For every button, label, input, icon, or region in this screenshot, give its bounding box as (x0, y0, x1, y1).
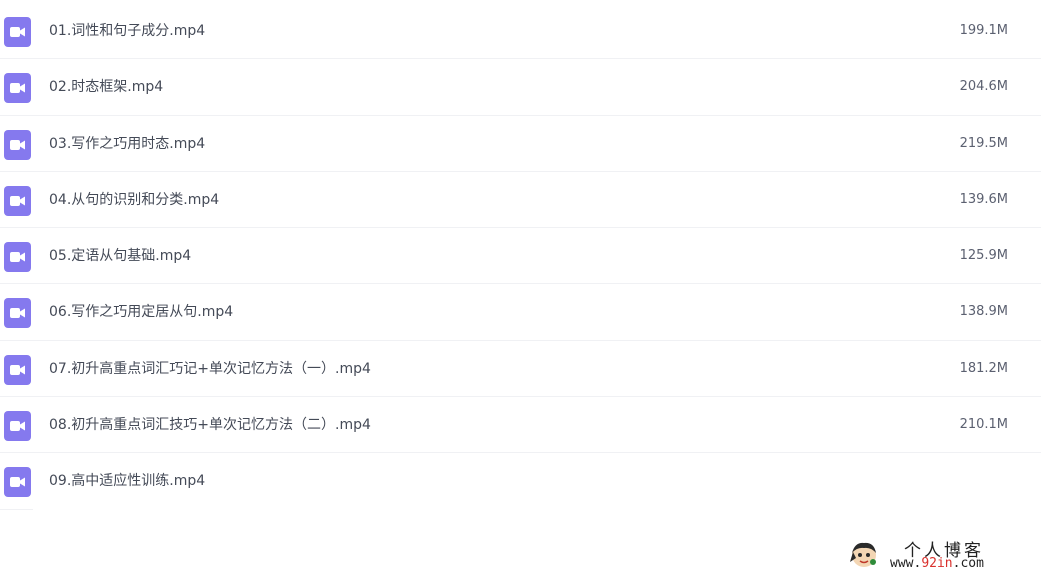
file-list: 01.词性和句子成分.mp4 199.1M 02.时态框架.mp4 204.6M 03.… (0, 3, 1041, 510)
watermark-url: www.92in.com (890, 556, 984, 571)
file-row[interactable]: 07.初升高重点词汇巧记+单次记忆方法（一）.mp4 181.2M (0, 341, 1041, 398)
file-name[interactable]: 09.高中适应性训练.mp4 (49, 471, 205, 491)
file-size: 204.6M (959, 79, 1008, 95)
file-name[interactable]: 05.定语从句基础.mp4 (49, 246, 191, 266)
file-row[interactable]: 02.时态框架.mp4 204.6M (0, 59, 1041, 116)
video-icon (4, 298, 31, 329)
file-name[interactable]: 02.时态框架.mp4 (49, 77, 163, 97)
file-row[interactable]: 01.词性和句子成分.mp4 199.1M (0, 3, 1041, 60)
file-size: 199.1M (959, 23, 1008, 38)
video-icon (4, 354, 31, 385)
file-name[interactable]: 03.写作之巧用时态.mp4 (49, 134, 205, 154)
file-row[interactable]: 08.初升高重点词汇技巧+单次记忆方法（二）.mp4 210.1M (0, 397, 1041, 454)
cartoon-avatar-icon (850, 542, 876, 567)
video-icon (4, 242, 31, 273)
video-icon (4, 411, 31, 442)
file-size: 181.2M (959, 360, 1008, 376)
file-name[interactable]: 01.词性和句子成分.mp4 (49, 21, 205, 41)
file-row[interactable]: 05.定语从句基础.mp4 125.9M (0, 228, 1041, 285)
watermark-url-prefix: www. (890, 556, 922, 571)
file-name[interactable]: 04.从句的识别和分类.mp4 (49, 190, 219, 210)
file-name[interactable]: 08.初升高重点词汇技巧+单次记忆方法（二）.mp4 (49, 415, 371, 435)
file-size: 210.1M (959, 417, 1008, 433)
watermark: 个人博客 www.92in.com (846, 536, 1036, 576)
file-size: 125.9M (959, 248, 1008, 264)
video-icon (4, 185, 31, 216)
file-size: 139.6M (959, 191, 1008, 207)
file-row[interactable]: 03.写作之巧用时态.mp4 219.5M (0, 116, 1041, 172)
file-row[interactable]: 09.高中适应性训练.mp4200.1M (0, 453, 205, 510)
file-size: 138.9M (959, 304, 1008, 320)
file-name[interactable]: 06.写作之巧用定居从句.mp4 (49, 302, 233, 322)
video-icon (4, 467, 31, 498)
video-icon (4, 17, 31, 47)
video-icon (4, 73, 31, 104)
file-row[interactable]: 06.写作之巧用定居从句.mp4 138.9M (0, 284, 1041, 341)
file-name[interactable]: 07.初升高重点词汇巧记+单次记忆方法（一）.mp4 (49, 359, 371, 379)
file-row[interactable]: 04.从句的识别和分类.mp4 139.6M (0, 172, 1041, 229)
file-size: 219.5M (959, 135, 1008, 151)
watermark-url-suffix: .com (952, 556, 984, 571)
video-icon (4, 129, 31, 160)
watermark-url-accent: 92in (921, 556, 953, 571)
